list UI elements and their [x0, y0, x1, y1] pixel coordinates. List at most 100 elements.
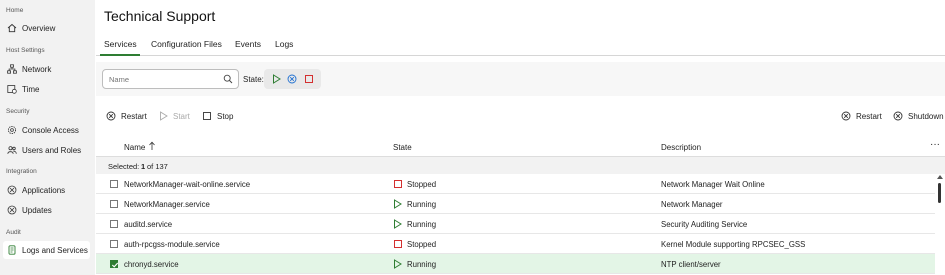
- search-icon[interactable]: [223, 74, 233, 86]
- tab-events[interactable]: Events: [235, 39, 261, 56]
- row-checkbox[interactable]: [110, 200, 118, 208]
- restart-label: Restart: [121, 111, 147, 121]
- table-row[interactable]: auth-rpcgss-module.service Stopped Kerne…: [96, 234, 935, 254]
- service-name: NetworkManager.service: [124, 200, 210, 209]
- sidebar-section-host-settings: Host Settings: [6, 47, 45, 54]
- sidebar-item-applications[interactable]: Applications: [3, 181, 90, 199]
- service-name: chronyd.service: [124, 260, 179, 269]
- calendar-clock-icon: [7, 84, 17, 94]
- service-description: Security Auditing Service: [661, 220, 748, 229]
- service-state-label: Running: [407, 199, 437, 209]
- sidebar-item-overview[interactable]: Overview: [3, 19, 90, 37]
- sidebar-item-label: Users and Roles: [22, 145, 82, 155]
- restart-button[interactable]: Restart: [106, 111, 147, 121]
- search-box: [102, 69, 239, 89]
- tab-bar: Services Configuration Files Events Logs: [96, 36, 945, 56]
- row-checkbox-checked[interactable]: [110, 260, 119, 268]
- selected-total: of 137: [147, 162, 168, 171]
- sidebar-section-integration: Integration: [6, 168, 37, 175]
- more-options-icon[interactable]: ···: [930, 139, 940, 150]
- sidebar-item-label: Time: [22, 84, 40, 94]
- table-row[interactable]: NetworkManager.service Running Network M…: [96, 194, 935, 214]
- sidebar-item-label: Logs and Services: [22, 245, 88, 255]
- gear-icon: [7, 125, 17, 135]
- service-state-label: Running: [407, 219, 437, 229]
- sidebar-item-updates[interactable]: Updates: [3, 201, 90, 219]
- sidebar-item-label: Overview: [22, 23, 56, 33]
- home-icon: [7, 23, 17, 33]
- applications-icon: [7, 185, 17, 195]
- sidebar-item-users-and-roles[interactable]: Users and Roles: [3, 141, 90, 159]
- column-header-description[interactable]: Description: [661, 143, 701, 152]
- sidebar-item-logs-and-services[interactable]: Logs and Services: [3, 241, 90, 259]
- sidebar-item-network[interactable]: Network: [3, 60, 90, 78]
- updates-icon: [7, 205, 17, 215]
- table-header: Name State Description ···: [96, 137, 945, 157]
- running-icon: [393, 199, 403, 209]
- column-header-name[interactable]: Name: [124, 143, 145, 152]
- service-state-label: Stopped: [407, 239, 437, 249]
- stop-label: Stop: [217, 111, 234, 121]
- stop-button[interactable]: Stop: [202, 111, 233, 121]
- filter-bar: State:: [96, 62, 945, 96]
- start-button[interactable]: Start: [159, 111, 190, 121]
- restart-icon: [106, 111, 116, 121]
- sidebar-section-security: Security: [6, 108, 30, 115]
- page-title: Technical Support: [104, 8, 216, 24]
- row-checkbox[interactable]: [110, 240, 118, 248]
- table-scrollbar[interactable]: [936, 174, 943, 275]
- service-name: NetworkManager-wait-online.service: [124, 180, 251, 189]
- service-description: NTP client/server: [661, 260, 721, 269]
- service-state: Running: [393, 259, 436, 269]
- row-checkbox[interactable]: [110, 220, 118, 228]
- row-checkbox[interactable]: [110, 180, 118, 188]
- running-filter-icon[interactable]: [269, 72, 283, 86]
- selected-count: 1: [141, 162, 146, 171]
- service-description: Network Manager Wait Online: [661, 180, 765, 189]
- service-state-label: Running: [407, 259, 437, 269]
- toolbar: Restart Start Stop Restart Shutdown: [96, 104, 945, 130]
- service-state-label: Stopped: [407, 179, 437, 189]
- sidebar-item-label: Applications: [22, 185, 66, 195]
- start-label: Start: [173, 111, 190, 121]
- table-row[interactable]: auditd.service Running Security Auditing…: [96, 214, 935, 234]
- selection-summary: Selected: 1 of 137: [96, 157, 945, 174]
- sidebar-item-console-access[interactable]: Console Access: [3, 121, 90, 139]
- logs-icon: [7, 245, 17, 255]
- service-state: Running: [393, 199, 436, 209]
- stopped-icon: [393, 239, 403, 249]
- service-state: Stopped: [393, 239, 436, 249]
- scroll-up-arrow-icon[interactable]: [937, 175, 943, 179]
- tab-configuration-files[interactable]: Configuration Files: [151, 39, 222, 56]
- stopped-filter-icon[interactable]: [302, 72, 316, 86]
- restart-icon: [841, 111, 851, 121]
- selected-label: Selected:: [108, 162, 140, 171]
- state-filter-group: [264, 69, 321, 89]
- scroll-thumb[interactable]: [938, 183, 941, 203]
- host-restart-button[interactable]: Restart: [841, 111, 882, 121]
- table-row[interactable]: chronyd.service Running NTP client/serve…: [96, 254, 935, 274]
- shutdown-icon: [893, 111, 903, 121]
- host-restart-label: Restart: [856, 111, 882, 121]
- sidebar-item-label: Network: [22, 64, 52, 74]
- sidebar-section-audit: Audit: [6, 229, 21, 236]
- sidebar-item-label: Console Access: [22, 125, 79, 135]
- tab-services[interactable]: Services: [100, 39, 140, 56]
- sidebar-item-time[interactable]: Time: [3, 80, 90, 98]
- table-row[interactable]: NetworkManager-wait-online.service Stopp…: [96, 174, 935, 194]
- service-description: Kernel Module supporting RPCSEC_GSS: [661, 240, 806, 249]
- service-state: Running: [393, 219, 436, 229]
- shutdown-button[interactable]: Shutdown: [893, 111, 944, 121]
- stop-icon: [202, 111, 212, 121]
- tab-logs[interactable]: Logs: [275, 39, 293, 56]
- play-icon: [159, 111, 168, 121]
- service-description: Network Manager: [661, 200, 723, 209]
- column-header-state[interactable]: State: [393, 143, 412, 152]
- paused-filter-icon[interactable]: [285, 72, 299, 86]
- running-icon: [393, 259, 403, 269]
- search-input[interactable]: [103, 70, 213, 88]
- running-icon: [393, 219, 403, 229]
- service-state: Stopped: [393, 179, 436, 189]
- sort-ascending-icon[interactable]: [148, 141, 156, 153]
- users-icon: [7, 145, 17, 155]
